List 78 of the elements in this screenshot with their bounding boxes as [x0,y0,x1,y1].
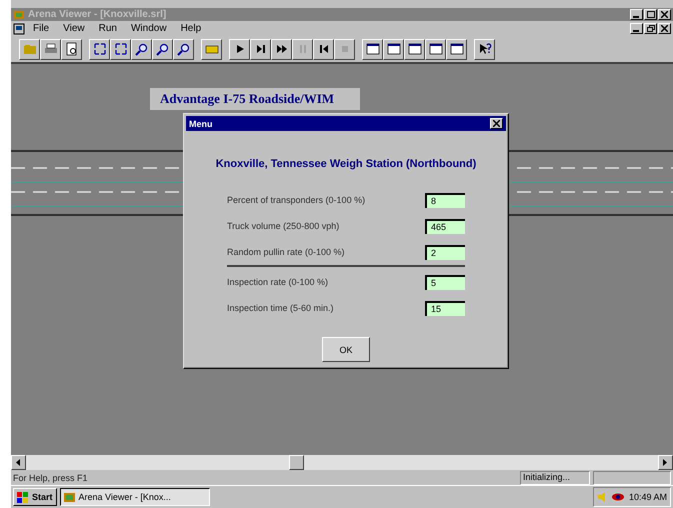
toolbar-button[interactable] [271,38,292,60]
horizontal-scrollbar[interactable] [11,455,673,470]
magnify-icon [134,42,148,56]
restore-button[interactable] [644,23,657,34]
toolbar-button[interactable] [250,38,271,60]
field-label: Percent of transponders (0-100 %) [227,195,366,205]
field-label: Inspection rate (0-100 %) [227,277,328,287]
minimize-button[interactable] [630,9,643,20]
ok-button[interactable]: OK [322,337,370,362]
pause-button[interactable] [292,38,313,60]
toolbar-button[interactable] [404,38,425,60]
field-label: Truck volume (250-800 vph) [227,221,340,231]
toolbar-button[interactable] [110,38,131,60]
toolbar-button[interactable] [40,38,61,60]
input-field[interactable]: 8 [425,192,465,208]
input-field[interactable]: 15 [425,300,465,316]
window-icon [428,42,442,56]
magnify-icon [156,42,170,56]
toolbar-button[interactable] [131,38,152,60]
toolbar-button[interactable] [446,38,467,60]
maximize-button[interactable] [644,9,657,20]
help-button[interactable] [474,38,495,60]
clock: 10:49 AM [628,492,667,502]
toolbar-button[interactable] [201,38,222,60]
window-icon [408,42,422,56]
minimize-button[interactable] [630,23,643,34]
menu-item[interactable]: File [27,23,56,34]
window-icon [386,42,400,56]
toolbar-button[interactable] [383,38,404,60]
zoom-icon [92,42,106,56]
help-icon [478,42,492,56]
dialog-heading: Knoxville, Tennessee Weigh Station (Northbound) [216,158,476,170]
preview-icon [64,42,78,56]
toolbar-button[interactable] [425,38,446,60]
fast-icon [274,42,288,56]
taskbar-button[interactable]: Arena Viewer - [Knox... [60,488,210,506]
dialog-title: Menu [189,118,212,128]
window-icon [450,42,464,56]
input-field[interactable]: 5 [425,274,465,290]
print-icon [44,42,58,56]
toolbar-button[interactable] [313,38,334,60]
close-button[interactable] [490,118,503,129]
banner: Advantage I-75 Roadside/WIM [150,88,360,110]
open-icon [22,42,36,56]
field-label: Random pullin rate (0-100 %) [227,247,345,257]
window-icon [366,42,380,56]
close-button[interactable] [658,23,671,34]
stop-button[interactable] [334,38,355,60]
menu-item[interactable]: Run [92,23,123,34]
maximize-icon [646,11,654,18]
scroll-thumb[interactable] [289,455,304,470]
start-button[interactable]: Start [13,488,57,506]
windows-flag-icon [17,492,29,502]
toolbar-button[interactable] [89,38,110,60]
window-title: Arena Viewer - [Knoxville.srl] [28,9,166,20]
eye-icon[interactable] [610,492,625,502]
menu-item[interactable]: Help [174,23,208,34]
toolbar-button[interactable] [362,38,383,60]
toolbar-button[interactable] [61,38,82,60]
input-field[interactable]: 2 [425,244,465,260]
input-field[interactable]: 465 [425,218,465,234]
status-text: For Help, press F1 [13,472,89,482]
menu-item[interactable]: View [57,23,91,34]
app-icon [13,8,25,20]
toolbar-button[interactable] [152,38,173,60]
app-icon [64,492,76,502]
toolbar-button[interactable] [173,38,194,60]
restore-icon [646,25,654,32]
field-label: Inspection time (5-60 min.) [227,303,334,313]
status-panel: Initializing... [520,470,590,484]
toolbar-button[interactable] [19,38,40,60]
play-button[interactable] [229,38,250,60]
zoom-icon [114,42,128,56]
magnify-icon [176,42,190,56]
scroll-left-icon[interactable] [11,455,26,470]
scroll-right-icon[interactable] [658,455,673,470]
close-button[interactable] [658,9,671,20]
menu-item[interactable]: Window [124,23,173,34]
